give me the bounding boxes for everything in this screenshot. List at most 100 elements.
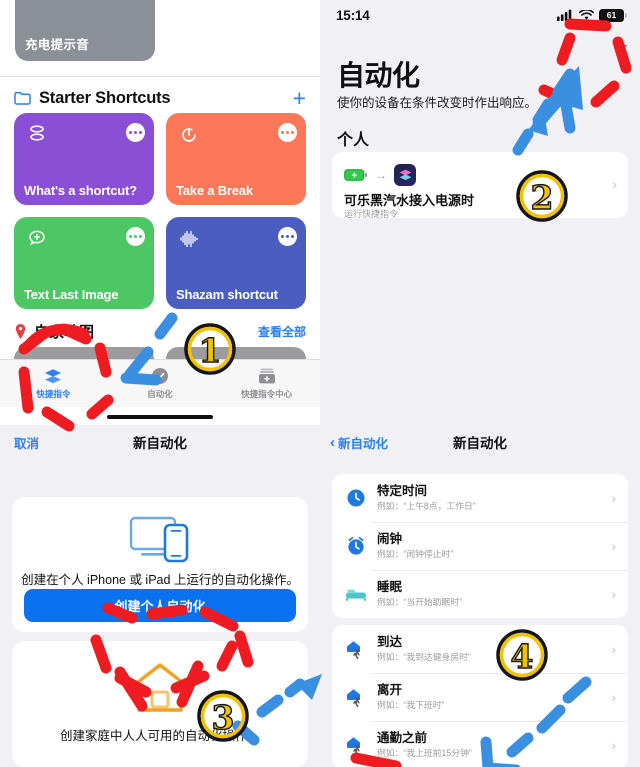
screenshot-root: 充电提示音 Starter Shortcuts + What's a short… [0,0,640,767]
arrow-right-icon: → [375,168,387,182]
tab-label: 快捷指令 [36,389,71,399]
layers-icon [30,125,44,141]
section-title: Starter Shortcuts [39,88,171,107]
chevron-right-icon: › [611,689,616,705]
list-item-subtitle: 例如：“我到达健身房时” [377,652,471,663]
chevron-right-icon: › [611,538,616,554]
list-item[interactable]: 睡眠 例如：“当开始助眠时” › [332,570,628,618]
map-section-title: 自家地图 [34,323,95,341]
list-item-subtitle: 例如：“我下班时” [377,700,445,711]
add-automation-button[interactable]: + [616,36,628,57]
list-item-text: 到达 例如：“我到达健身房时” [377,635,611,664]
more-icon[interactable] [126,123,145,142]
folder-icon [14,91,31,105]
map-section-header: 自家地图 查看全部 [0,318,320,344]
nav-title: 新自动化 [133,436,187,451]
shortcut-card-shazam[interactable]: Shazam shortcut [166,217,306,309]
battery-level: 61 [606,10,617,20]
list-item[interactable]: 闹钟 例如：“闹钟停止时” › [332,522,628,570]
list-item-text: 闹钟 例如：“闹钟停止时” [377,532,611,561]
automation-subtitle: 运行快捷指令 [344,209,399,219]
shortcut-card-text-last-image[interactable]: Text Last Image [14,217,154,309]
section-label-personal: 个人 [337,132,370,149]
more-icon[interactable] [278,123,297,142]
trigger-group-location: 到达 例如：“我到达健身房时” › 离开 例如：“我下班时” › 通勤之前 例如… [332,625,628,767]
personal-automation-sheet: 创建在个人 iPhone 或 iPad 上运行的自动化操作。 创建个人自动化 [12,497,308,632]
plus-icon[interactable]: + [293,86,306,110]
waveform-icon [180,230,198,248]
chevron-right-icon: › [611,641,616,657]
cancel-button[interactable]: 取消 [14,433,39,452]
gallery-icon [258,368,275,384]
more-icon[interactable] [278,227,297,246]
list-item-title: 特定时间 [377,483,428,498]
tab-label: 自动化 [147,389,173,399]
shortcuts-icon [45,369,62,384]
list-item-title: 到达 [377,634,403,649]
card-row: Text Last Image Shazam shortcut [14,217,306,309]
battery-indicator: 61 [599,8,627,22]
page-title: 自动化 [337,60,420,91]
tab-label: 快捷指令中心 [241,389,293,399]
shortcut-card-label: What's a shortcut? [24,183,137,198]
personal-description: 创建在个人 iPhone 或 iPad 上运行的自动化操作。 [21,573,299,587]
shortcut-card-grid: What's a shortcut? Take a Break Text Las… [14,113,306,321]
nav-bar: ‹ 新自动化 新自动化 [320,425,640,459]
list-item[interactable]: 通勤之前 例如：“我上班前15分钟” › [332,721,628,767]
home-description: 创建家庭中人人可用的自动化操作。 [59,729,260,743]
message-plus-icon [29,230,45,246]
status-bar: 15:14 61 [320,0,640,30]
shortcut-card-whats-a-shortcut[interactable]: What's a shortcut? [14,113,154,205]
list-item-subtitle: 例如：“闹钟停止时” [377,549,454,560]
card-row: What's a shortcut? Take a Break [14,113,306,205]
shortcut-card-charging-sound[interactable]: 充电提示音 [15,0,155,61]
shortcut-card-label: Take a Break [176,183,253,198]
list-item-title: 闹钟 [377,531,403,546]
tab-gallery[interactable]: 快捷指令中心 [213,360,320,407]
clock-icon [344,485,368,511]
panel-new-automation: 取消 新自动化 创建在个人 iPhone 或 iPad 上运行的自动化操作。 创… [0,425,320,767]
shortcut-card-label: 充电提示音 [25,38,90,52]
back-label: 新自动化 [338,436,389,451]
list-item-title: 通勤之前 [377,730,428,745]
page-subtitle: 使你的设备在条件改变时作出响应。 [337,96,538,110]
chevron-right-icon: › [611,586,616,602]
chevron-right-icon: › [611,490,616,506]
tab-shortcuts[interactable]: 快捷指令 [0,360,107,407]
divider [0,76,320,77]
list-item-text: 睡眠 例如：“当开始助眠时” [377,580,611,609]
home-icon [131,663,189,712]
more-icon[interactable] [126,227,145,246]
tab-automation[interactable]: 自动化 [107,360,214,407]
list-item-subtitle: 例如：“当开始助眠时” [377,597,463,608]
status-time: 15:14 [336,7,370,23]
list-item[interactable]: 到达 例如：“我到达健身房时” › [332,625,628,673]
panel-shortcuts-home: 充电提示音 Starter Shortcuts + What's a short… [0,0,320,425]
home-automation-sheet: 创建家庭中人人可用的自动化操作。 [12,641,308,767]
automation-icon [152,368,168,384]
back-button[interactable]: ‹ 新自动化 [330,433,388,452]
timer-icon [182,128,196,142]
wifi-icon [579,9,594,20]
list-item-text: 特定时间 例如：“上午8点，工作日” [377,484,611,513]
nav-bar: 取消 新自动化 [0,425,320,459]
panel-automation-list: 15:14 61 + 自动化 使你的设备在条件改变时作出响应。 个人 → 可乐黑… [320,0,640,425]
home-indicator [107,415,213,419]
list-item[interactable]: 离开 例如：“我下班时” › [332,673,628,721]
automation-row[interactable]: → 可乐黑汽水接入电源时 运行快捷指令 › [332,152,628,219]
list-item-title: 睡眠 [377,579,403,594]
see-all-link[interactable]: 查看全部 [258,323,306,340]
automation-trigger-icons: → [344,164,416,186]
alarm-icon [344,533,368,559]
create-personal-automation-button[interactable]: 创建个人自动化 [24,589,296,622]
list-item[interactable]: 特定时间 例如：“上午8点，工作日” › [332,474,628,522]
shortcut-card-label: Shazam shortcut [176,287,278,302]
map-pin-icon [15,323,26,339]
chevron-left-icon: ‹ [330,433,335,451]
list-item-text: 通勤之前 例如：“我上班前15分钟” [377,731,611,760]
list-item-text: 离开 例如：“我下班时” [377,683,611,712]
tab-bar: 快捷指令 自动化 快捷指令中心 [0,359,320,407]
list-item-subtitle: 例如：“上午8点，工作日” [377,501,476,512]
shortcut-card-take-a-break[interactable]: Take a Break [166,113,306,205]
arrive-icon [344,636,368,662]
